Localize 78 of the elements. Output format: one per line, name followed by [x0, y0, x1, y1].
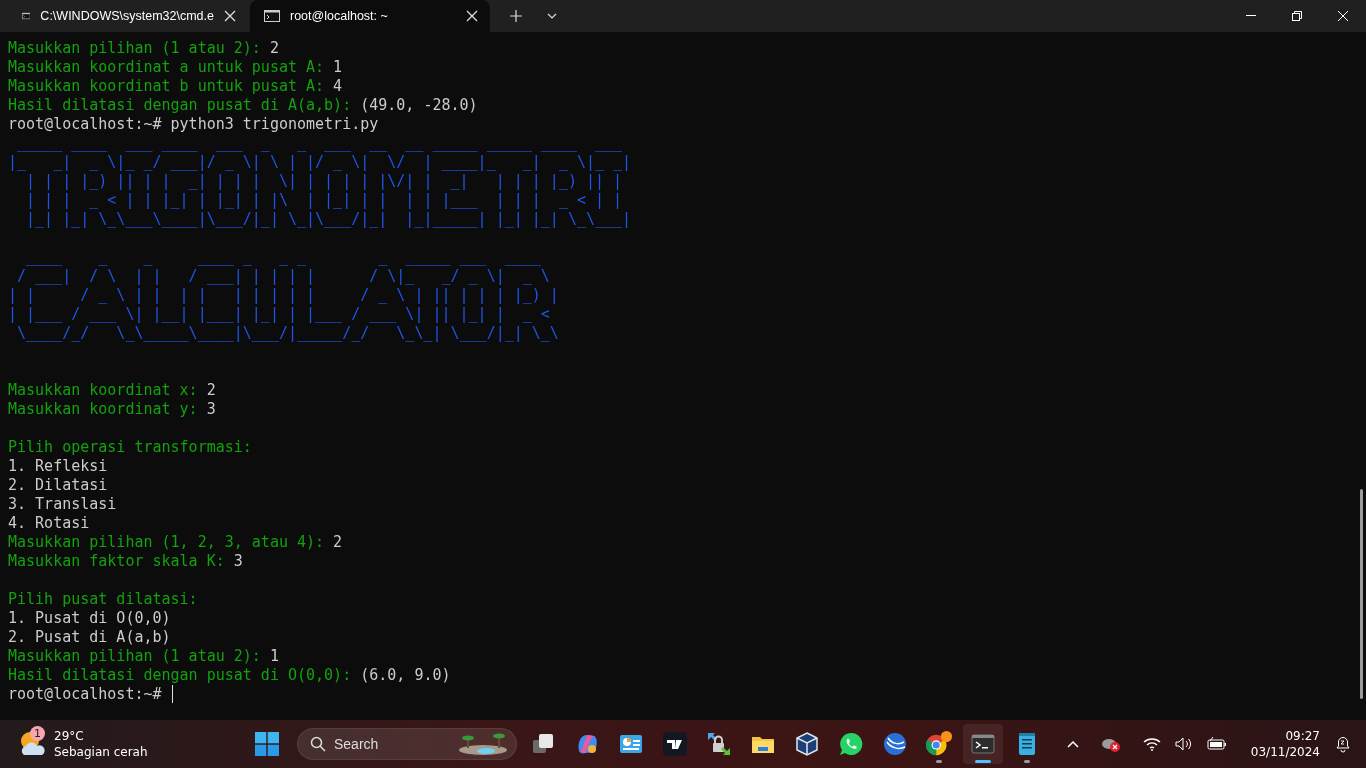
output-text: 1. Refleksi	[8, 457, 108, 476]
close-icon[interactable]	[466, 10, 478, 22]
answer-text: 1	[333, 58, 343, 77]
lock-arrows-icon	[706, 731, 732, 757]
tab-title: root@localhost: ~	[290, 9, 389, 23]
island-icon	[458, 733, 508, 755]
running-indicator	[1024, 760, 1030, 763]
ascii-art-line: | | | |_) || | | _| | | | \| | | | | |\/| | _| | | | |_) || |	[25, 172, 623, 191]
close-icon	[1338, 11, 1348, 21]
ascii-art-line: |_ _| _ \|_ _/ ___|/ _ \| \ | |/ _ \| \/ | ____|_ _| _ \|_ _|	[8, 153, 632, 172]
scrollbar-thumb[interactable]	[1360, 489, 1363, 699]
ascii-art-line: | | | _ < | | |_| | |_| | |\ | |_| | | | | |___ | | | _ < | |	[25, 191, 623, 210]
prompt-text: Hasil dilatasi dengan pusat di O(0,0):	[8, 666, 353, 685]
close-icon[interactable]	[224, 10, 236, 22]
answer-text: (6.0, 9.0)	[360, 666, 451, 685]
prompt-text: Masukkan pilihan (1 atau 2):	[8, 39, 262, 58]
terminal-tab[interactable]: C:\WINDOWS\system32\cmd.e	[8, 0, 248, 32]
answer-text: 2	[206, 381, 216, 400]
ascii-art-line: _____ ____ ___ ____ ___ _ _ ___ __ __ _____ _____ ____ ___	[16, 134, 623, 153]
prompt-text: Masukkan faktor skala K:	[8, 552, 226, 571]
answer-text: (49.0, -28.0)	[360, 96, 478, 115]
ascii-art-line: \____/_/ \_\_____\____|\___/|_____/_/ \_\_| \___/|_| \_\	[16, 324, 559, 343]
terminal-icon	[970, 731, 996, 757]
output-text: 3. Translasi	[8, 495, 117, 514]
prompt-text: Hasil dilatasi dengan pusat di A(a,b):	[8, 96, 353, 115]
notification-badge: 1	[30, 726, 45, 741]
taskbar-app-button[interactable]	[963, 724, 1003, 764]
output-text: 4. Rotasi	[8, 514, 90, 533]
output-text: Pilih pusat dilatasi:	[8, 590, 198, 609]
ascii-art-line: |_| |_| \_\___\____|\___/|_| \_|\___/|_| |_|_____| |_| |_| \_\___|	[25, 210, 632, 229]
globe-icon	[882, 731, 908, 757]
minimize-icon	[1246, 15, 1256, 17]
temperature-text: 29°C	[54, 728, 85, 744]
chevron-down-icon	[547, 13, 557, 19]
answer-text: 1	[269, 647, 279, 666]
text-cursor	[171, 685, 174, 703]
output-text: 1. Pusat di O(0,0)	[8, 609, 171, 628]
square-logo-icon	[662, 731, 688, 757]
prompt-text: Masukkan koordinat x:	[8, 381, 199, 400]
search-button[interactable]: Search	[297, 728, 517, 760]
output-text: 2. Dilatasi	[8, 476, 108, 495]
output-text: Pilih operasi transformasi:	[8, 438, 252, 457]
shell-prompt: root@localhost:~#	[8, 685, 163, 704]
ascii-art-line: ____ _ _ ____ _ _ _ _ _____ ___ ____	[25, 248, 541, 267]
prompt-text: Masukkan koordinat y:	[8, 400, 199, 419]
prompt-text: Masukkan koordinat b untuk pusat A:	[8, 77, 326, 96]
wifi-icon[interactable]	[1142, 737, 1161, 751]
windows-logo-icon	[255, 732, 279, 756]
ascii-art-line: | | / _ \ | | | | | | | | | / _ \ | || | | | |_) |	[8, 286, 559, 305]
chevron-up-icon[interactable]	[1066, 740, 1079, 748]
output-text: root@localhost:~# python3 trigonometri.py	[8, 115, 379, 134]
answer-text: 3	[206, 400, 216, 419]
prompt-text: Masukkan koordinat a untuk pusat A:	[8, 58, 326, 77]
battery-icon[interactable]	[1206, 737, 1227, 751]
ascii-art-line: / ___| / \ | | / ___| | | | | / \|_ _/ _ \| _ \	[16, 267, 550, 286]
bell-icon[interactable]	[1334, 735, 1352, 753]
clock-button[interactable]: 09:27 03/11/2024	[1250, 728, 1320, 760]
running-indicator	[936, 760, 942, 763]
chat-bubble-icon	[838, 731, 864, 757]
answer-text: 4	[333, 77, 343, 96]
console-icon	[22, 10, 31, 22]
prompt-text: Masukkan pilihan (1, 2, 3, atau 4):	[8, 533, 326, 552]
output-text: 2. Pusat di A(a,b)	[8, 628, 171, 647]
prompt-text: Masukkan pilihan (1 atau 2):	[8, 647, 262, 666]
ascii-art-line: | |___ / ___ \| |__| |___| |_| | |___ / ___ \| || |_| | _ <	[8, 305, 550, 324]
speaker-icon[interactable]	[1174, 737, 1193, 751]
terminal-tab[interactable]: root@localhost: ~	[250, 0, 490, 32]
answer-text: 2	[269, 39, 279, 58]
answer-text: 2	[333, 533, 343, 552]
tab-title: C:\WINDOWS\system32\cmd.e	[40, 9, 214, 23]
maximize-icon	[1292, 11, 1302, 21]
running-indicator	[975, 760, 991, 763]
cube-icon	[794, 731, 820, 757]
console-icon	[264, 10, 280, 22]
search-icon	[310, 736, 326, 752]
weather-condition: Sebagian cerah	[54, 744, 148, 760]
answer-text: 3	[233, 552, 243, 571]
plus-icon	[510, 10, 522, 22]
